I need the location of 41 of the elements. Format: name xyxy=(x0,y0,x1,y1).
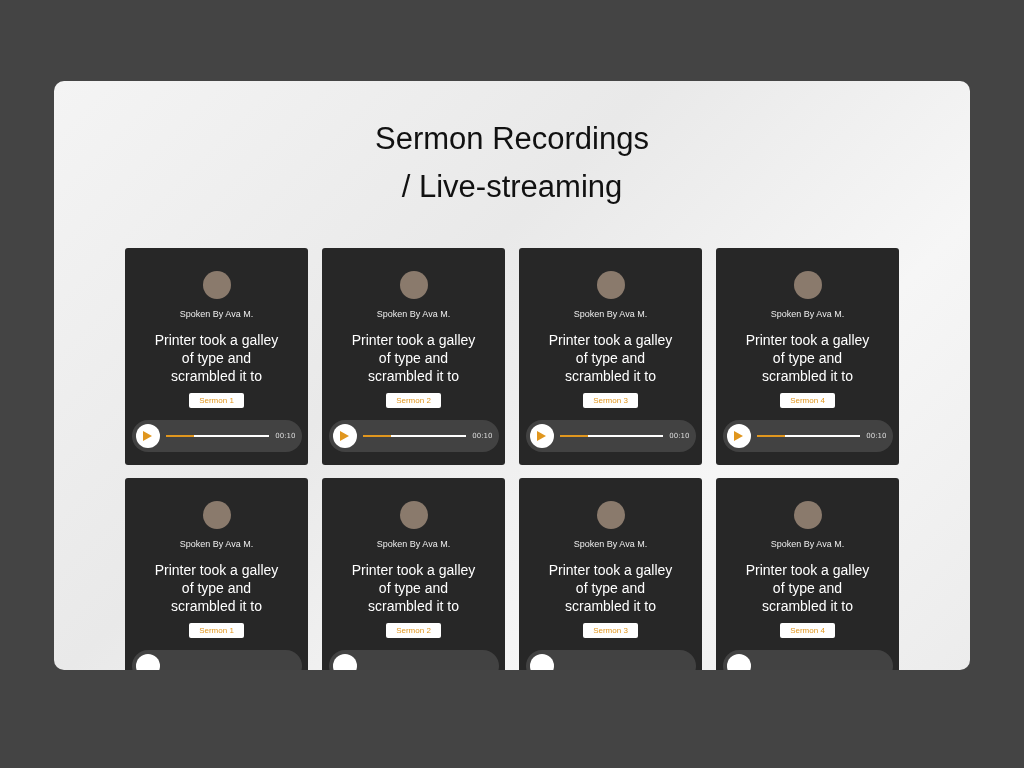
speaker-name: Spoken By Ava M. xyxy=(179,309,254,319)
play-button[interactable] xyxy=(726,424,751,448)
sermon-headline: Printer took a galley of type and scrambled it to xyxy=(153,331,280,385)
play-button[interactable] xyxy=(135,424,160,448)
avatar-placeholder xyxy=(793,501,822,529)
play-icon xyxy=(734,431,743,441)
speaker-name: Spoken By Ava M. xyxy=(376,539,451,549)
sermon-tag: Sermon 4 xyxy=(780,393,835,408)
sermon-headline: Printer took a galley of type and scrambled it to xyxy=(547,331,674,385)
speaker-name: Spoken By Ava M. xyxy=(770,539,845,549)
avatar-placeholder xyxy=(399,271,428,299)
avatar-placeholder xyxy=(399,501,428,529)
sermon-tag: Sermon 1 xyxy=(189,623,244,638)
play-icon xyxy=(340,431,349,441)
speaker-name: Spoken By Ava M. xyxy=(179,539,254,549)
sermon-tag: Sermon 1 xyxy=(189,393,244,408)
play-icon xyxy=(537,431,546,441)
sermon-tag: Sermon 2 xyxy=(386,393,441,408)
play-button[interactable] xyxy=(332,424,357,448)
sermon-headline: Printer took a galley of type and scrambled it to xyxy=(547,561,674,615)
avatar-placeholder xyxy=(596,271,625,299)
sermon-tag: Sermon 4 xyxy=(780,623,835,638)
avatar-placeholder xyxy=(793,271,822,299)
sermon-headline: Printer took a galley of type and scrambled it to xyxy=(350,331,477,385)
avatar-placeholder xyxy=(596,501,625,529)
speaker-name: Spoken By Ava M. xyxy=(770,309,845,319)
page-title: Sermon Recordings / Live-streaming xyxy=(374,120,650,206)
sermon-tag: Sermon 3 xyxy=(583,623,638,638)
play-button[interactable] xyxy=(529,424,554,448)
speaker-name: Spoken By Ava M. xyxy=(573,309,648,319)
sermon-headline: Printer took a galley of type and scrambled it to xyxy=(350,561,477,615)
sermon-headline: Printer took a galley of type and scrambled it to xyxy=(744,331,871,385)
sermon-tag: Sermon 3 xyxy=(583,393,638,408)
speaker-name: Spoken By Ava M. xyxy=(573,539,648,549)
sermon-headline: Printer took a galley of type and scrambled it to xyxy=(744,561,871,615)
sermon-headline: Printer took a galley of type and scrambled it to xyxy=(153,561,280,615)
speaker-name: Spoken By Ava M. xyxy=(376,309,451,319)
sermon-tag: Sermon 2 xyxy=(386,623,441,638)
avatar-placeholder xyxy=(202,271,231,299)
avatar-placeholder xyxy=(202,501,231,529)
play-icon xyxy=(143,431,152,441)
